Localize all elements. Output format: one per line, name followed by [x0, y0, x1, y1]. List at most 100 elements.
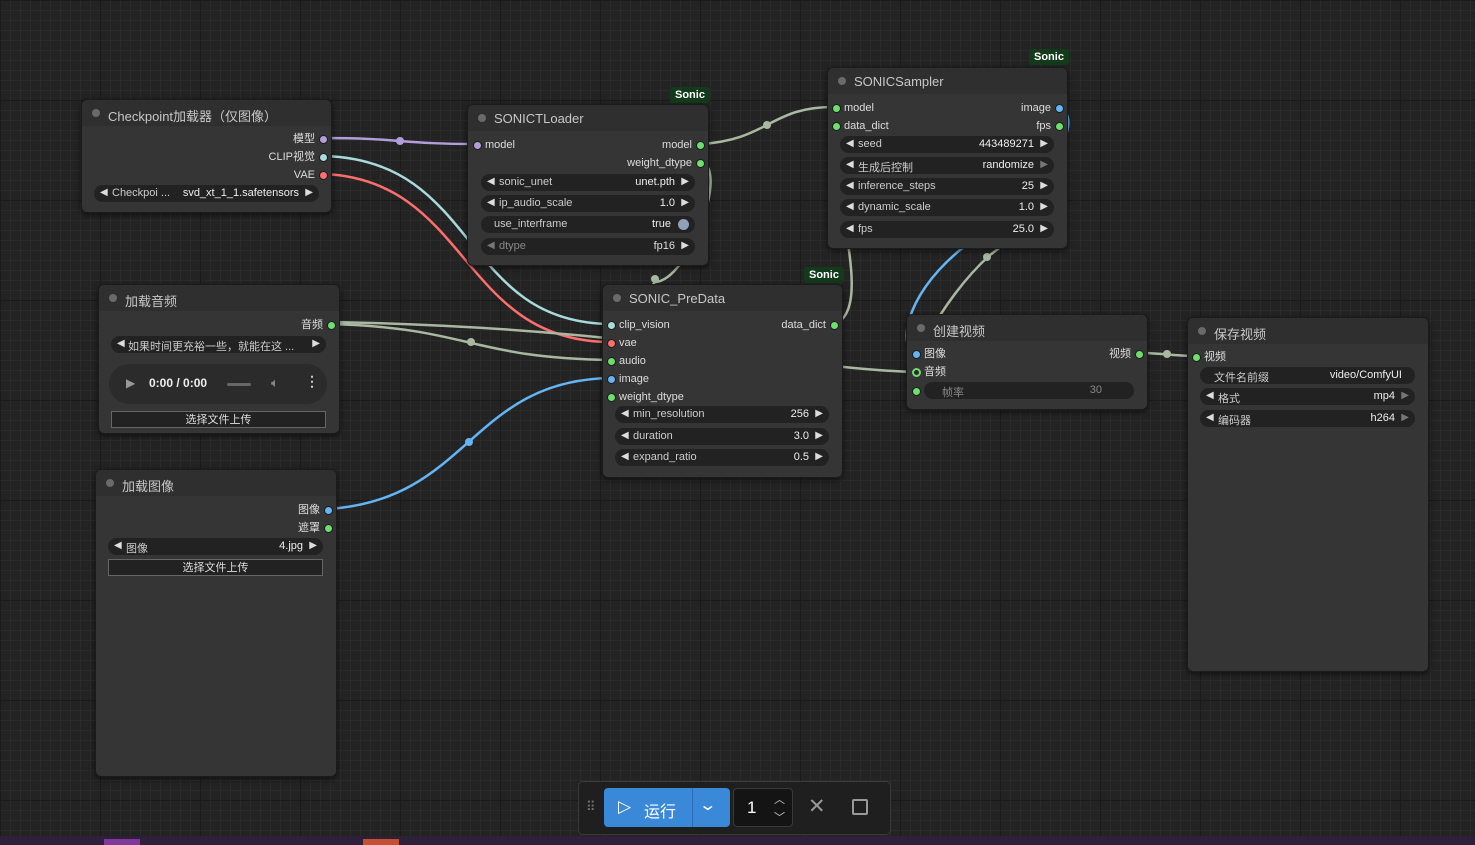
widget-audio-file[interactable]: ◀ 如果时间更充裕一些，就能在这 ... ▶: [111, 336, 326, 353]
arrow-left-icon[interactable]: ◀: [1206, 412, 1214, 423]
output-socket-weight-dtype[interactable]: [696, 159, 705, 168]
arrow-right-icon[interactable]: ▶: [1040, 223, 1048, 234]
input-socket-audio[interactable]: [607, 357, 616, 366]
arrow-left-icon[interactable]: ◀: [1206, 390, 1214, 401]
upload-button[interactable]: 选择文件上传: [111, 411, 326, 428]
node-header[interactable]: SONIC_PreData: [603, 285, 842, 311]
widget-use-interframe[interactable]: use_interframe true: [481, 216, 695, 233]
arrow-right-icon[interactable]: ▶: [681, 197, 689, 208]
arrow-right-icon[interactable]: ▶: [1401, 390, 1409, 401]
collapse-dot-icon[interactable]: [1198, 327, 1206, 335]
widget-fps[interactable]: ◀ fps 25.0 ▶: [840, 221, 1054, 238]
increment-icon[interactable]: ︿: [774, 791, 785, 807]
arrow-right-icon[interactable]: ▶: [681, 176, 689, 187]
arrow-left-icon[interactable]: ◀: [846, 159, 854, 170]
widget-ckpt-name[interactable]: ◀ Checkpoi ... svd_xt_1_1.safetensors ▶: [94, 185, 319, 202]
arrow-left-icon[interactable]: ◀: [846, 180, 854, 191]
input-socket-vae[interactable]: [607, 339, 616, 348]
node-header[interactable]: 加载音频: [99, 285, 339, 311]
audio-progress-bar[interactable]: [227, 383, 251, 386]
output-socket-model[interactable]: [319, 135, 328, 144]
node-load-audio[interactable]: 加载音频 音频 ◀ 如果时间更充裕一些，就能在这 ... ▶ ▶ 0:00 / 0:…: [98, 284, 340, 434]
arrow-left-icon[interactable]: ◀: [487, 176, 495, 187]
arrow-right-icon[interactable]: ▶: [681, 240, 689, 251]
arrow-right-icon[interactable]: ▶: [1040, 180, 1048, 191]
taskbar-item[interactable]: [104, 839, 140, 845]
widget-image-file[interactable]: ◀ 图像 4.jpg ▶: [108, 538, 323, 555]
arrow-right-icon[interactable]: ▶: [1401, 412, 1409, 423]
node-checkpoint-loader[interactable]: Checkpoint加载器（仅图像） 模型 CLIP视觉 VAE ◀ Checkp…: [81, 99, 332, 213]
widget-control-after-generate[interactable]: ◀ 生成后控制 randomize ▶: [840, 157, 1054, 174]
node-sonic-loader[interactable]: SONICTLoader model model weight_dtype ◀ s…: [467, 104, 709, 266]
upload-button[interactable]: 选择文件上传: [108, 559, 323, 576]
audio-player[interactable]: ▶ 0:00 / 0:00 🔈︎ ⋮: [109, 364, 327, 404]
input-socket-image[interactable]: [607, 375, 616, 384]
input-socket-audio[interactable]: [912, 368, 921, 377]
output-socket-data-dict[interactable]: [830, 321, 839, 330]
input-socket-clip-vision[interactable]: [607, 321, 616, 330]
arrow-left-icon[interactable]: ◀: [117, 338, 125, 349]
arrow-left-icon[interactable]: ◀: [621, 430, 629, 441]
output-socket-audio[interactable]: [327, 321, 336, 330]
stop-icon[interactable]: [852, 799, 868, 815]
arrow-left-icon[interactable]: ◀: [487, 240, 495, 251]
node-header[interactable]: Checkpoint加载器（仅图像）: [82, 100, 331, 126]
widget-inference-steps[interactable]: ◀ inference_steps 25 ▶: [840, 178, 1054, 195]
drag-handle-icon[interactable]: ⠿: [586, 799, 596, 815]
output-socket-image[interactable]: [1055, 104, 1064, 113]
output-socket-vae[interactable]: [319, 171, 328, 180]
collapse-dot-icon[interactable]: [917, 324, 925, 332]
widget-duration[interactable]: ◀ duration 3.0 ▶: [615, 428, 829, 445]
input-socket-image[interactable]: [912, 350, 921, 359]
arrow-right-icon[interactable]: ▶: [309, 540, 317, 551]
node-header[interactable]: 保存视频: [1188, 318, 1428, 344]
arrow-left-icon[interactable]: ◀: [621, 408, 629, 419]
widget-sonic-unet[interactable]: ◀ sonic_unet unet.pth ▶: [481, 174, 695, 191]
node-header[interactable]: 创建视频: [907, 315, 1147, 341]
widget-dtype[interactable]: ◀ dtype fp16 ▶: [481, 238, 695, 255]
widget-codec[interactable]: ◀ 编码器 h264 ▶: [1200, 410, 1415, 427]
taskbar-item[interactable]: [363, 839, 399, 845]
run-button[interactable]: ▷ 运行 ⌄: [604, 788, 730, 827]
output-socket-model[interactable]: [696, 141, 705, 150]
output-socket-mask[interactable]: [324, 524, 333, 533]
input-socket-weight-dtype[interactable]: [607, 393, 616, 402]
collapse-dot-icon[interactable]: [106, 479, 114, 487]
widget-seed[interactable]: ◀ seed 443489271 ▶: [840, 136, 1054, 153]
arrow-right-icon[interactable]: ▶: [312, 338, 320, 349]
arrow-right-icon[interactable]: ▶: [815, 451, 823, 462]
more-options-icon[interactable]: ⋮: [305, 373, 319, 390]
node-header[interactable]: 加载图像: [96, 470, 336, 496]
volume-icon[interactable]: 🔈︎: [271, 375, 279, 391]
widget-filename-prefix[interactable]: 文件名前缀 video/ComfyUI: [1200, 367, 1415, 384]
input-socket-video[interactable]: [1192, 353, 1201, 362]
node-sonic-predata[interactable]: SONIC_PreData clip_vision vae audio imag…: [602, 284, 843, 478]
widget-expand-ratio[interactable]: ◀ expand_ratio 0.5 ▶: [615, 449, 829, 466]
output-socket-video[interactable]: [1135, 350, 1144, 359]
play-icon[interactable]: ▶: [126, 376, 135, 390]
arrow-right-icon[interactable]: ▶: [815, 408, 823, 419]
node-create-video[interactable]: 创建视频 图像 音频 视频 帧率 30: [906, 314, 1148, 410]
arrow-left-icon[interactable]: ◀: [621, 451, 629, 462]
arrow-left-icon[interactable]: ◀: [846, 138, 854, 149]
arrow-right-icon[interactable]: ▶: [1040, 138, 1048, 149]
chevron-down-icon[interactable]: ⌄: [698, 795, 717, 815]
input-socket-model[interactable]: [473, 141, 482, 150]
collapse-dot-icon[interactable]: [92, 109, 100, 117]
collapse-dot-icon[interactable]: [613, 294, 621, 302]
collapse-dot-icon[interactable]: [109, 294, 117, 302]
node-load-image[interactable]: 加载图像 图像 遮罩 ◀ 图像 4.jpg ▶ 选择文件上传: [95, 469, 337, 777]
output-socket-image[interactable]: [324, 506, 333, 515]
output-socket-fps[interactable]: [1055, 122, 1064, 131]
arrow-right-icon[interactable]: ▶: [305, 187, 313, 198]
arrow-right-icon[interactable]: ▶: [815, 430, 823, 441]
node-save-video[interactable]: 保存视频 视频 文件名前缀 video/ComfyUI ◀ 格式 mp4 ▶ ◀ 编码器 h…: [1187, 317, 1429, 672]
arrow-left-icon[interactable]: ◀: [846, 223, 854, 234]
collapse-dot-icon[interactable]: [838, 77, 846, 85]
widget-format[interactable]: ◀ 格式 mp4 ▶: [1200, 388, 1415, 405]
arrow-left-icon[interactable]: ◀: [114, 540, 122, 551]
input-socket-fps[interactable]: [912, 387, 921, 396]
cancel-icon[interactable]: ✕: [808, 794, 826, 819]
arrow-right-icon[interactable]: ▶: [1040, 201, 1048, 212]
widget-min-resolution[interactable]: ◀ min_resolution 256 ▶: [615, 406, 829, 423]
